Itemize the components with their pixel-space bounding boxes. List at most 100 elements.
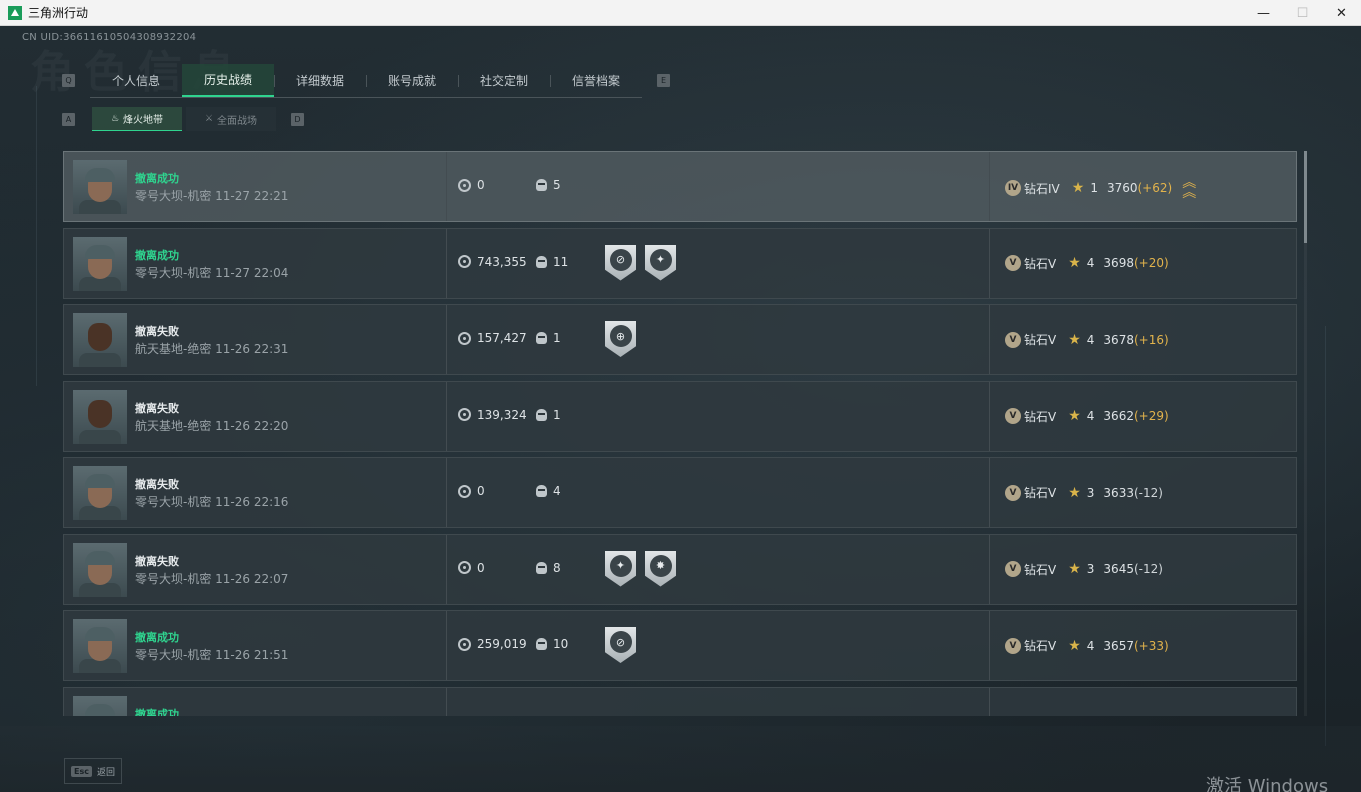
avatar-helmet xyxy=(85,627,115,641)
rank-name: 钻石V xyxy=(1024,562,1057,577)
achievement-badge-icon[interactable]: ✦ xyxy=(645,244,676,281)
scroll-thumb[interactable] xyxy=(1304,151,1307,243)
flame-zone-icon: ♨ xyxy=(110,113,120,124)
minimize-button[interactable]: — xyxy=(1244,0,1283,26)
row-divider xyxy=(446,152,447,221)
close-button[interactable]: ✕ xyxy=(1322,0,1361,26)
rank-tier-icon: V xyxy=(1005,484,1021,501)
match-history-list: 撤离成功 零号大坝-机密 11-27 22:21 0 5 IV 钻石IV ★ 1 3760 (+6… xyxy=(63,151,1299,716)
avatar-helmet xyxy=(85,550,115,565)
score-delta: (+20) xyxy=(1133,256,1169,270)
achievement-badge-icon[interactable]: ✸ xyxy=(645,550,676,587)
cash-value: 0 xyxy=(458,484,485,498)
rank-name: 钻石IV xyxy=(1024,181,1060,196)
tab-item[interactable]: 详细数据 xyxy=(274,64,366,97)
tab-item[interactable]: 信誉档案 xyxy=(550,64,642,97)
maximize-button[interactable]: ☐ xyxy=(1283,0,1322,26)
match-record-row[interactable]: 撤离失败 零号大坝-机密 11-26 22:16 0 4 V 钻石V ★ 3 3633 (-12) xyxy=(63,457,1297,528)
star-icon: ★ xyxy=(1068,255,1081,271)
match-record-row[interactable]: 撤离失败 零号大坝-机密 11-26 22:07 0 8 ✦ ✸ V 钻石V ★ 3 3645 (-1… xyxy=(63,533,1297,605)
kill-number: 5 xyxy=(553,178,561,192)
extraction-status: 撤离成功 xyxy=(135,248,179,262)
tab-item[interactable]: 社交定制 xyxy=(458,64,550,97)
achievement-badge-icon[interactable]: ⊘ xyxy=(605,244,636,281)
kill-count: 10 xyxy=(536,637,568,651)
tab-item[interactable]: 历史战绩 xyxy=(182,64,274,97)
rank-score: 3678 xyxy=(1103,332,1134,347)
avatar-helmet xyxy=(85,703,115,716)
map-and-time: 零号大坝-机密 11-27 22:04 xyxy=(135,265,289,280)
match-record-row[interactable]: 撤离失败 航天基地-绝密 11-26 22:20 139,324 1 V 钻石V ★ 4 366… xyxy=(63,380,1297,452)
kill-count: 1 xyxy=(536,408,561,422)
star-icon: ★ xyxy=(1068,561,1081,577)
badge-symbol: ⊕ xyxy=(609,325,632,347)
subtab-prev-key[interactable]: A xyxy=(62,113,75,126)
match-record-row[interactable]: 撤离成功 零号大坝-机密 11-27 22:21 0 5 IV 钻石IV ★ 1 3760 (+6… xyxy=(63,151,1297,222)
rank-name: 钻石V xyxy=(1024,333,1057,347)
rank-name: 钻石V xyxy=(1024,486,1057,500)
window-titlebar: 三角洲行动 — ☐ ✕ xyxy=(0,0,1361,26)
achievement-badges: ✦ ✸ xyxy=(605,550,676,587)
skull-icon xyxy=(536,332,547,344)
row-divider xyxy=(446,458,447,527)
achievement-badge-icon[interactable]: ✦ xyxy=(605,550,636,587)
cash-value: 139,324 xyxy=(458,408,527,422)
back-label: 返回 xyxy=(96,767,115,778)
cash-value: 157,427 xyxy=(458,331,527,345)
row-divider xyxy=(989,152,990,221)
rank-name: 钻石V xyxy=(1024,639,1057,653)
achievement-badge-icon[interactable]: ⊕ xyxy=(605,321,636,357)
main-tabs: 个人信息 历史战绩 详细数据 账号成就 社交定制 信誉档案 xyxy=(90,64,642,98)
match-record-row[interactable]: 撤离成功 零号大坝-机密 11-27 22:04 743,355 11 ⊘ ✦ V 钻石V ★ 4… xyxy=(63,227,1297,299)
skull-icon xyxy=(536,408,547,421)
match-record-row[interactable]: 撤离成功 xyxy=(63,686,1297,716)
kill-number: 10 xyxy=(553,637,569,651)
avatar-helmet xyxy=(85,244,115,259)
subtab-item[interactable]: ⚔ 全面战场 xyxy=(186,107,276,131)
cash-value: 743,355 xyxy=(458,255,527,269)
battlefield-icon: ⚔ xyxy=(204,114,214,124)
windows-activation-watermark: 激活 Windows xyxy=(1206,776,1329,792)
back-button[interactable]: Esc 返回 xyxy=(64,758,122,784)
avatar-helmet xyxy=(85,168,115,182)
mode-subtabs: ♨ 烽火地带 ⚔ 全面战场 xyxy=(92,107,276,131)
avatar-helmet xyxy=(85,474,115,488)
rank-score: 3662 xyxy=(1103,409,1134,423)
rank-name: 钻石V xyxy=(1024,409,1057,424)
score-delta: (-12) xyxy=(1133,562,1163,576)
list-scrollbar[interactable] xyxy=(1304,151,1307,716)
operator-avatar xyxy=(73,236,127,291)
match-record-row[interactable]: 撤离失败 航天基地-绝密 11-26 22:31 157,427 1 ⊕ V 钻石V ★ 4 36… xyxy=(63,304,1297,375)
tab-prev-key[interactable]: Q xyxy=(62,74,75,87)
tab-item[interactable]: 个人信息 xyxy=(90,64,182,97)
row-divider xyxy=(989,305,990,374)
rank-tier-icon: V xyxy=(1005,255,1021,271)
row-divider xyxy=(989,611,990,680)
tab-next-key[interactable]: E xyxy=(657,74,670,87)
match-record-row[interactable]: 撤离成功 零号大坝-机密 11-26 21:51 259,019 10 ⊘ V 钻石V ★ 4 3… xyxy=(63,610,1297,681)
star-icon: ★ xyxy=(1068,331,1081,348)
achievement-badge-icon[interactable]: ⊘ xyxy=(605,627,636,663)
subtab-item[interactable]: ♨ 烽火地带 xyxy=(92,107,182,131)
badge-symbol: ⊘ xyxy=(609,248,632,271)
achievement-badges: ⊘ ✦ xyxy=(605,244,676,281)
score-delta: (-12) xyxy=(1133,485,1163,500)
star-count: 4 xyxy=(1086,256,1095,270)
kill-number: 8 xyxy=(553,560,561,575)
row-divider xyxy=(989,687,990,716)
operator-avatar xyxy=(73,542,127,597)
subtab-next-key[interactable]: D xyxy=(291,113,304,126)
cash-value: 0 xyxy=(458,178,485,192)
player-uid: CN UID:36611610504308932204 xyxy=(22,32,197,43)
operator-avatar xyxy=(73,466,127,520)
coin-icon xyxy=(458,408,471,421)
cash-amount: 743,355 xyxy=(477,254,527,269)
star-icon: ★ xyxy=(1068,484,1081,501)
avatar-head xyxy=(88,399,112,428)
subtab-label: 全面战场 xyxy=(217,115,258,127)
rank-info: V 钻石V ★ 4 3678 (+16) xyxy=(1005,331,1169,348)
map-and-time: 零号大坝-机密 11-26 22:16 xyxy=(135,495,289,509)
rank-info: V 钻石V ★ 4 3657 (+33) xyxy=(1005,637,1169,654)
tab-item[interactable]: 账号成就 xyxy=(366,64,458,97)
promotion-chevron-icon: ︽ ︽ xyxy=(1182,175,1197,201)
